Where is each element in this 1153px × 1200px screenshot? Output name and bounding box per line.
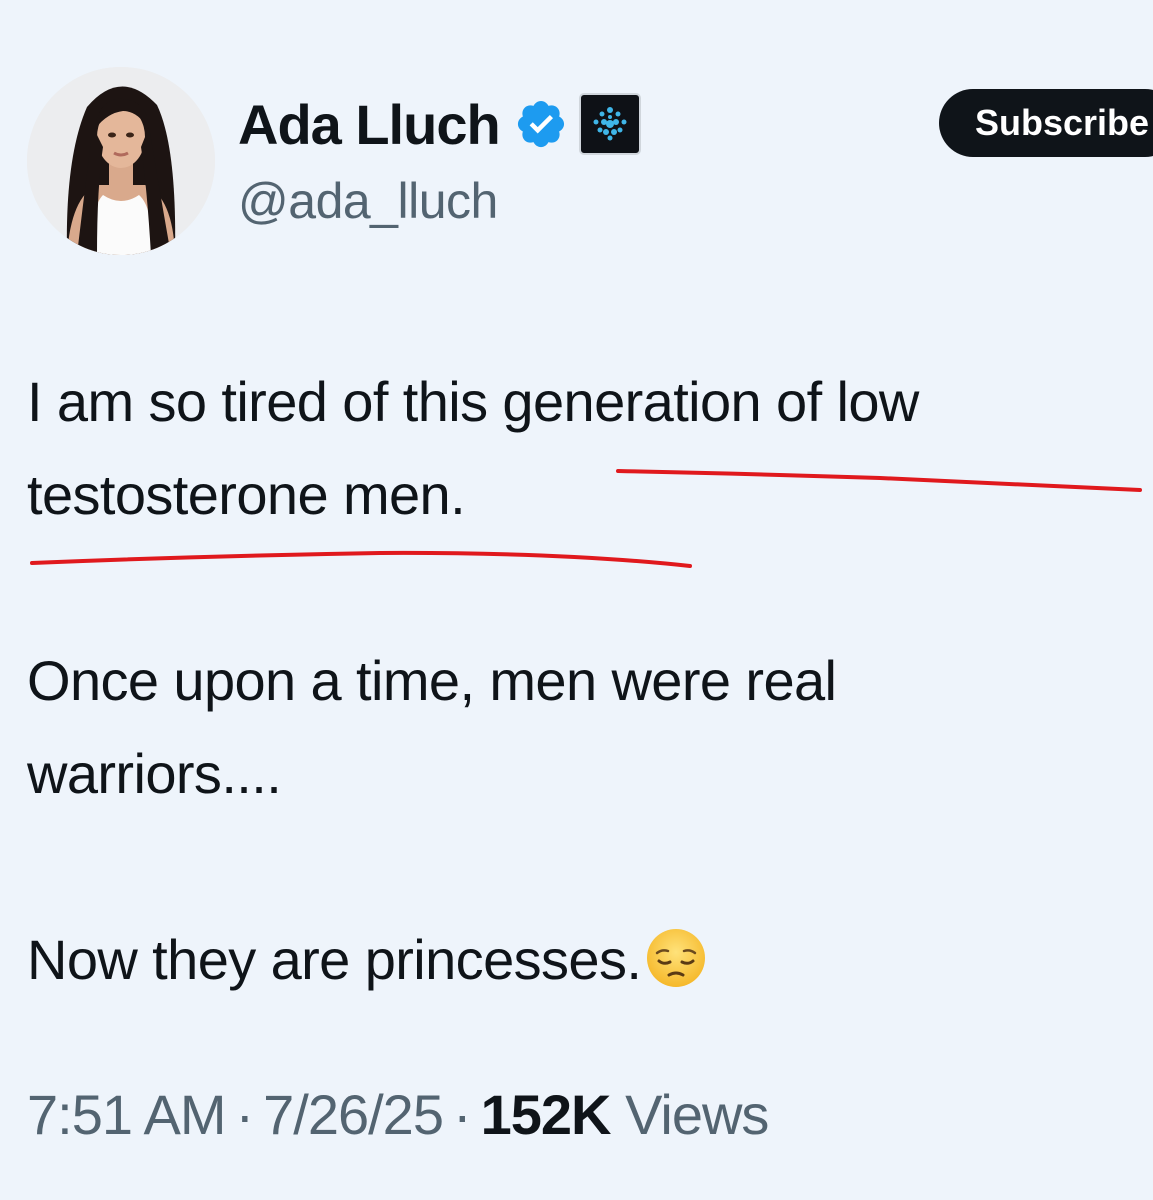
meta-separator: ·: [235, 1083, 254, 1146]
subscribe-button[interactable]: Subscribe: [939, 89, 1153, 157]
meta-separator: ·: [452, 1083, 472, 1146]
pensive-face-icon: [645, 923, 707, 987]
views-count: 152K: [480, 1083, 612, 1146]
affiliate-logo-icon[interactable]: [578, 92, 642, 156]
author-handle[interactable]: @ada_lluch: [238, 172, 498, 230]
tweet-time[interactable]: 7:51 AM: [27, 1083, 226, 1146]
tweet-paragraph-3: Now they are princesses.: [27, 913, 1137, 1006]
tweet-paragraph-2: Once upon a time, men were real warriors…: [27, 649, 837, 805]
tweet-date[interactable]: 7/26/25: [263, 1083, 444, 1146]
views-label: Views: [625, 1083, 769, 1146]
author-name-row: Ada Lluch: [238, 88, 642, 160]
tweet-paragraph-1: I am so tired of this generation of low …: [27, 370, 919, 526]
verified-badge-icon[interactable]: [514, 97, 568, 151]
avatar[interactable]: [27, 67, 215, 255]
tweet-paragraph-3-text: Now they are princesses.: [27, 928, 642, 991]
tweet-text: I am so tired of this generation of low …: [27, 355, 1137, 1006]
author-display-name[interactable]: Ada Lluch: [238, 92, 501, 157]
tweet-meta: 7:51 AM · 7/26/25 · 152K Views: [27, 1082, 769, 1147]
